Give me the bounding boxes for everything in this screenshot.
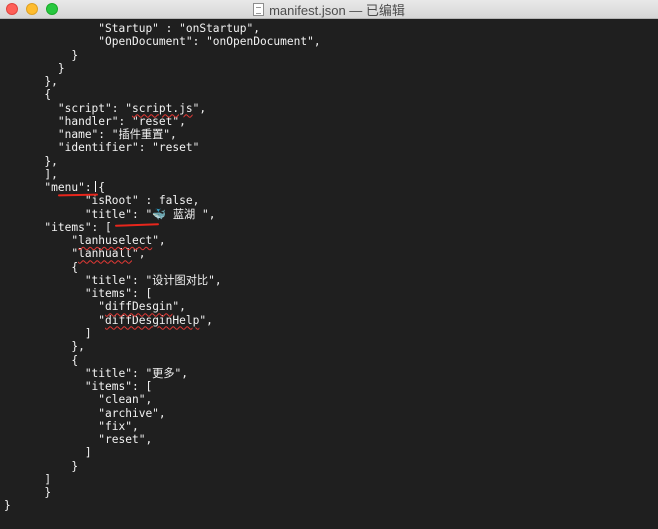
code-line[interactable]: "identifier": "reset" [4,141,199,154]
code-line[interactable]: "items": [ [4,287,152,300]
title-annotation-underline [114,223,160,227]
code-line[interactable]: } [4,49,78,62]
code-line[interactable]: "menu": { [4,181,105,194]
code-line[interactable]: "title": "🐳 蓝湖 ", [4,208,216,221]
code-line[interactable]: "clean", [4,393,152,406]
code-line[interactable]: } [4,486,51,499]
code-line[interactable]: "archive", [4,407,165,420]
code-line[interactable]: }, [4,340,84,353]
code-line[interactable]: "reset", [4,433,152,446]
code-line[interactable]: "lanhuselect", [4,234,165,248]
code-line[interactable]: ] [4,446,92,459]
title-bar[interactable]: manifest.json — 已编辑 [0,0,658,19]
code-line[interactable]: "items": [ [4,221,111,234]
misspelled-word: lanhuselect [78,234,153,248]
code-line[interactable]: }, [4,155,57,168]
code-line[interactable]: "OpenDocument": "onOpenDocument", [4,35,320,48]
misspelled-word: diffDesginHelp [105,313,200,327]
code-line[interactable]: ] [4,473,51,486]
misspelled-word: diffDesgin [105,300,173,314]
code-line[interactable]: } [4,499,11,512]
code-line[interactable]: "Startup" : "onStartup", [4,22,260,35]
code-line[interactable]: "title": "更多", [4,367,188,380]
code-line[interactable]: } [4,460,78,473]
code-line[interactable]: "items": [ [4,380,152,393]
code-line[interactable]: }, [4,75,57,88]
code-line[interactable]: } [4,62,65,75]
code-line[interactable]: { [4,88,51,101]
window-title-group: manifest.json — 已编辑 [0,0,658,18]
code-line[interactable]: { [4,354,78,367]
code-line[interactable]: "isRoot" : false, [4,194,200,207]
code-line[interactable]: "title": "设计图对比", [4,274,222,287]
code-line[interactable]: "lanhuall", [4,247,145,260]
text-caret [95,181,96,192]
code-line[interactable]: "diffDesgin", [4,300,186,313]
code-line[interactable]: "name": "插件重置", [4,128,177,141]
code-line[interactable]: "script": "script.js", [4,102,206,115]
code-line[interactable]: { [4,261,78,274]
code-line[interactable]: "fix", [4,420,138,433]
code-line[interactable]: "handler": "reset", [4,115,186,128]
code-line[interactable]: "diffDesginHelp", [4,314,213,327]
code-editor[interactable]: } } ] } ] "reset", "fix", "archive", "cl… [0,19,658,529]
text-editor-window: manifest.json — 已编辑 } } ] } ] "reset", "… [0,0,658,529]
window-title: manifest.json — 已编辑 [269,2,405,18]
code-line[interactable]: ] [4,327,92,340]
document-icon [253,2,265,16]
misspelled-word: lanhuall [78,247,132,261]
misspelled-word: script.js [131,101,193,115]
code-line[interactable]: ], [4,168,57,181]
